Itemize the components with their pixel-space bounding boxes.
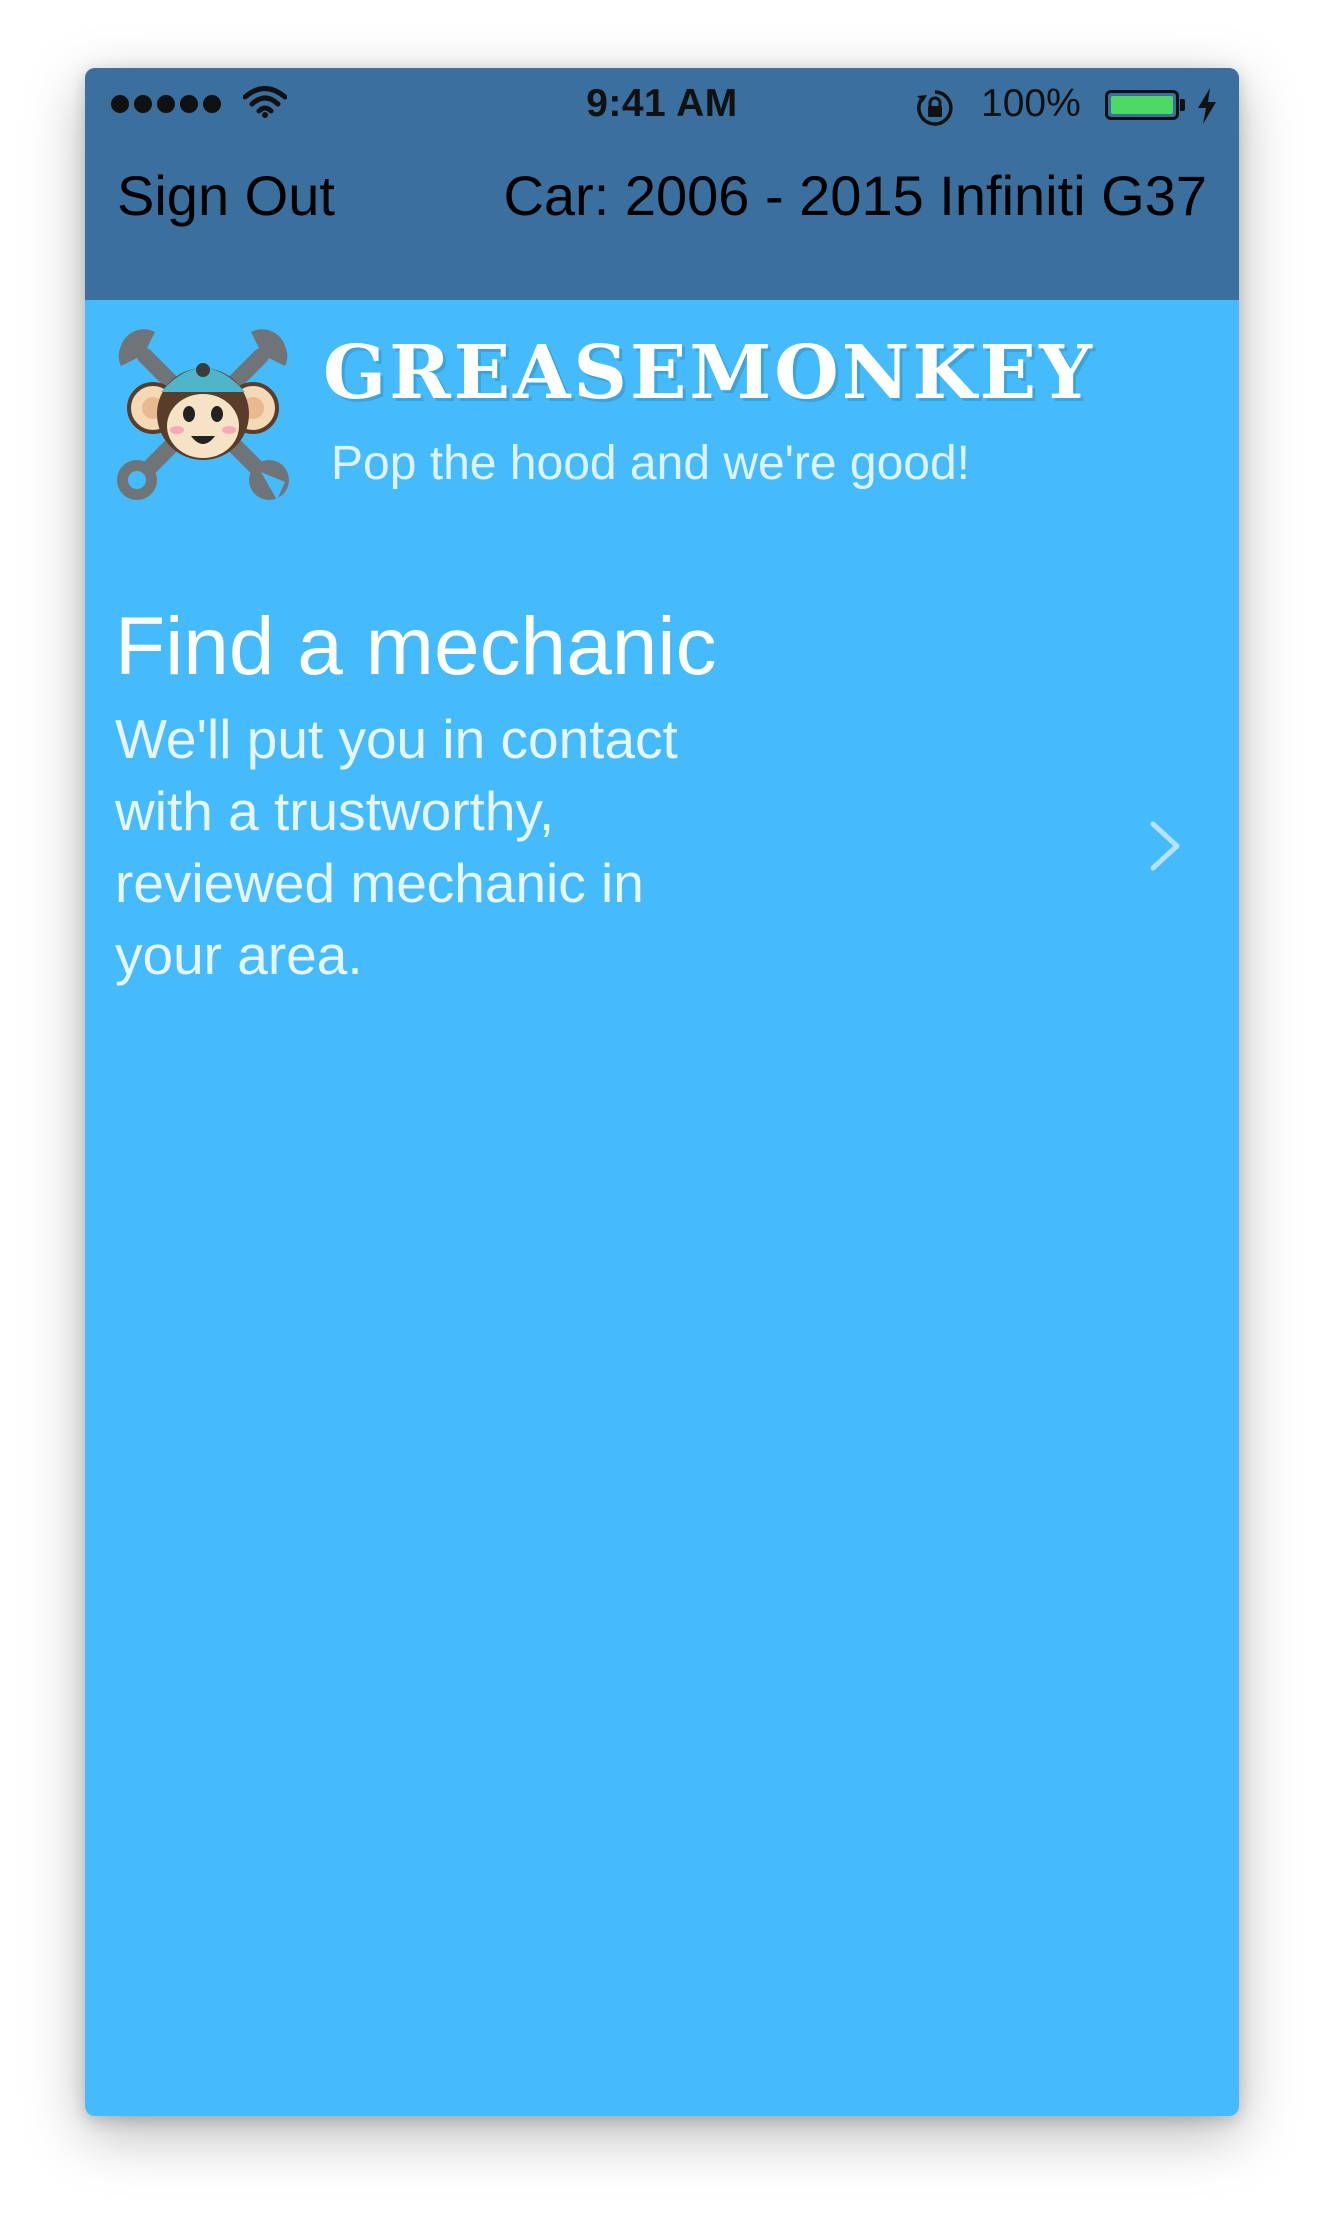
status-bar: 9:41 AM 100% xyxy=(85,68,1239,148)
top-bar: 9:41 AM 100% Sign Out Car: 2006 - 2015 I… xyxy=(85,68,1239,300)
phone-screen: 9:41 AM 100% Sign Out Car: 2006 - 2015 I… xyxy=(85,68,1239,2116)
chevron-right-icon[interactable] xyxy=(1147,818,1183,874)
sign-out-button[interactable]: Sign Out xyxy=(117,168,335,224)
rotation-lock-icon xyxy=(917,90,953,126)
card-description: We'll put you in contact with a trustwor… xyxy=(115,708,678,986)
brand-name: GREASEMONKEY xyxy=(323,330,1095,416)
monkey-wrench-logo-icon xyxy=(117,329,289,500)
car-selector-button[interactable]: Car: 2006 - 2015 Infiniti G37 xyxy=(503,168,1207,224)
battery-tip xyxy=(1180,99,1185,111)
battery-icon xyxy=(1105,90,1179,120)
card-title: Find a mechanic xyxy=(115,601,717,692)
battery-fill xyxy=(1111,96,1173,114)
charging-bolt-icon xyxy=(1198,88,1216,124)
find-mechanic-card[interactable]: Find a mechanic We'll put you in contact… xyxy=(85,568,1239,1128)
battery-percent: 100% xyxy=(981,82,1081,125)
brand-tagline: Pop the hood and we're good! xyxy=(331,437,970,490)
brand-header: GREASEMONKEY Pop the hood and we're good… xyxy=(85,300,1239,520)
